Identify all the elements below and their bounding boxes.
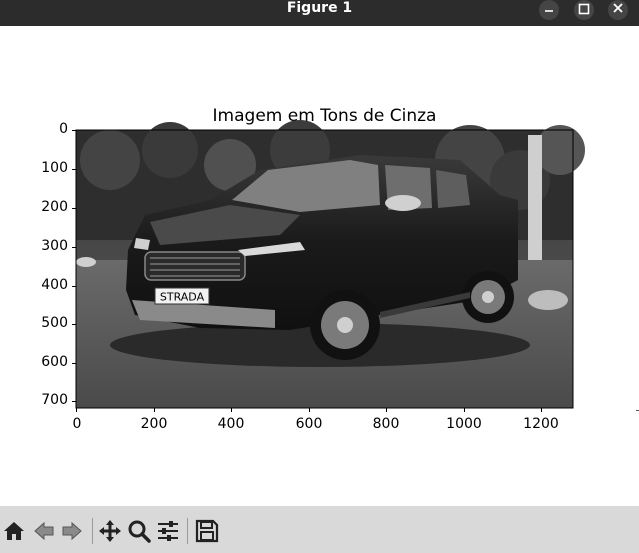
grayscale-image: STRADA bbox=[76, 120, 585, 408]
x-tick-label: 0 bbox=[72, 416, 82, 432]
zoom-icon bbox=[128, 520, 151, 543]
x-tick-label: 800 bbox=[372, 416, 400, 432]
y-tick-label: 500 bbox=[41, 315, 68, 331]
home-icon bbox=[4, 522, 24, 540]
axes: STRADA bbox=[72, 120, 585, 412]
toolbar-separator bbox=[92, 518, 93, 544]
pan-icon bbox=[99, 520, 121, 542]
pan-button[interactable] bbox=[97, 518, 123, 544]
y-tick-label: 100 bbox=[41, 160, 68, 176]
x-tick-label: 400 bbox=[217, 416, 245, 432]
back-button[interactable] bbox=[31, 518, 57, 544]
y-ticks bbox=[72, 130, 76, 402]
x-ticks bbox=[76, 408, 542, 412]
back-icon bbox=[34, 521, 54, 541]
configure-subplots-icon bbox=[158, 521, 178, 541]
x-tick-label: 1200 bbox=[523, 416, 559, 432]
forward-button[interactable] bbox=[59, 518, 85, 544]
y-tick-label: 0 bbox=[59, 121, 68, 137]
save-icon bbox=[195, 519, 219, 543]
zoom-button[interactable] bbox=[126, 518, 152, 544]
y-tick-label: 600 bbox=[41, 354, 68, 370]
x-tick-label: 200 bbox=[140, 416, 168, 432]
y-tick-label: 300 bbox=[41, 238, 68, 254]
save-button[interactable] bbox=[194, 518, 220, 544]
figure-window: Figure 1 Imagem em Tons de Cinza STRADA … bbox=[0, 0, 639, 553]
y-tick-label: 200 bbox=[41, 199, 68, 215]
x-tick-label: 1000 bbox=[446, 416, 482, 432]
x-tick-label: 600 bbox=[295, 416, 323, 432]
home-button[interactable] bbox=[1, 518, 27, 544]
clipped-toolbar-row bbox=[0, 546, 260, 553]
forward-icon bbox=[62, 521, 82, 541]
toolbar-separator bbox=[187, 518, 188, 544]
configure-subplots-button[interactable] bbox=[155, 518, 181, 544]
navigation-toolbar bbox=[0, 506, 639, 553]
y-tick-label: 700 bbox=[41, 392, 68, 408]
y-tick-label: 400 bbox=[41, 277, 68, 293]
license-plate-text: STRADA bbox=[160, 291, 205, 304]
